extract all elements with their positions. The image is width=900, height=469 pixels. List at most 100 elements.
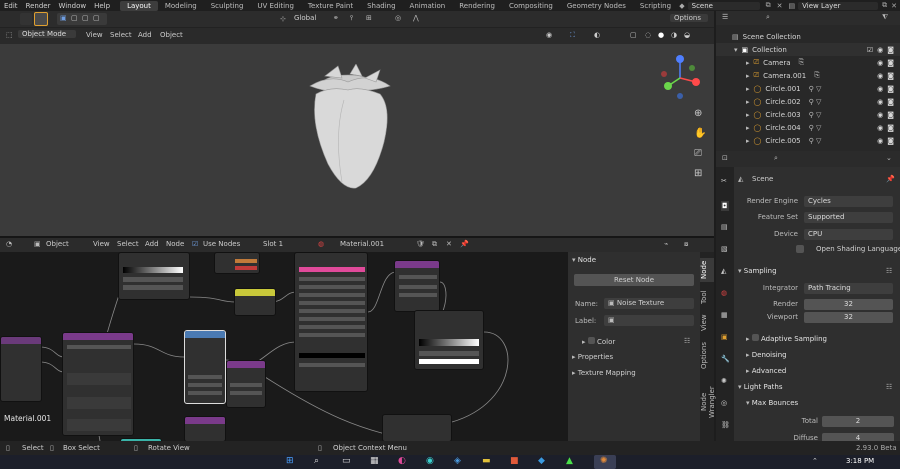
adaptive-sampling-section[interactable]: ▸ Adaptive Sampling [746, 332, 900, 346]
expand-arrow-icon[interactable]: ▸ [746, 124, 750, 132]
outliner-item[interactable]: ▸ ◯ Circle.004 ⚲ ▽ ◉ ◙ [716, 121, 900, 134]
pan-hand-icon[interactable]: ✋ [694, 128, 706, 139]
eye-icon[interactable]: ◉ [877, 59, 883, 67]
outliner-scene-collection[interactable]: ▤ Scene Collection [716, 30, 900, 43]
slot-dropdown[interactable]: Slot 1 [263, 240, 283, 248]
checkbox-icon[interactable]: ☑ [867, 46, 873, 54]
viewport-menu-view[interactable]: View [86, 31, 103, 39]
zoom-icon[interactable]: ⊕ [694, 108, 702, 119]
viewport-menu-select[interactable]: Select [110, 31, 132, 39]
properties-section[interactable]: ▸ Properties [572, 353, 696, 365]
node-tab-node-wrangler[interactable]: Node Wrangler [700, 376, 716, 428]
light-paths-section[interactable]: ▾ Light Paths ☷ [736, 380, 898, 394]
camera-render-icon[interactable]: ◙ [887, 124, 894, 132]
node-name-field[interactable]: ▣ Noise Texture [604, 298, 694, 309]
modifier-icon[interactable]: ⚲ ▽ [809, 98, 822, 106]
copy-icon-2[interactable]: ⧉ [882, 1, 887, 10]
advanced-section[interactable]: ▸ Advanced [746, 364, 900, 378]
wireframe-shading-icon[interactable]: ◌ [645, 31, 651, 39]
menu-window[interactable]: Window [54, 2, 90, 10]
color-checkbox[interactable] [587, 337, 595, 344]
tool-tab-icon[interactable]: ✂ [721, 177, 727, 185]
taskbar-search-icon[interactable]: ⌕ [314, 456, 319, 466]
node-invert[interactable] [234, 288, 276, 316]
camera-render-icon[interactable]: ◙ [887, 85, 894, 93]
node-menu-add[interactable]: Add [145, 240, 159, 248]
sampling-section[interactable]: ▾ Sampling ☷ [736, 264, 898, 278]
blender-taskbar-icon[interactable]: ✺ [594, 455, 616, 469]
node-color-ramp-3[interactable] [382, 414, 452, 441]
file-explorer-icon[interactable]: ▬ [482, 456, 491, 466]
unlink-icon[interactable]: ✕ [446, 240, 452, 248]
object-mode-dropdown[interactable]: Object Mode [18, 30, 76, 38]
eye-icon[interactable]: ◉ [877, 124, 883, 132]
camera-render-icon[interactable]: ◙ [887, 59, 894, 67]
outliner-item[interactable]: ▸ ⎚ Camera ⎘ ◉ ◙ [716, 56, 900, 69]
camera-view-icon[interactable]: ⎚ [694, 148, 702, 159]
editor-type-icon[interactable]: ⬚ [6, 31, 13, 39]
node-panel-title[interactable]: ▾ Node [572, 256, 696, 268]
material-name-field[interactable]: Material.001 [340, 240, 384, 248]
node-tab-tool[interactable]: Tool [700, 288, 714, 306]
node-menu-select[interactable]: Select [117, 240, 139, 248]
tab-compositing[interactable]: Compositing [502, 1, 560, 11]
expand-arrow-icon[interactable]: ▾ [734, 46, 738, 54]
view-layer-field[interactable]: View Layer [798, 1, 879, 10]
xray-icon[interactable]: ▢ [630, 31, 637, 39]
camera-render-icon[interactable]: ◙ [887, 137, 894, 145]
backdrop-icon[interactable]: ⧇ [684, 240, 688, 249]
feature-set-dropdown[interactable]: Supported [804, 212, 893, 223]
shader-type-dropdown[interactable]: Object [46, 240, 69, 248]
rendered-shading-icon[interactable]: ◒ [684, 31, 690, 39]
collection-tab-icon[interactable]: ▦ [721, 311, 728, 319]
physics-tab-icon[interactable]: ◎ [721, 399, 727, 407]
modifier-icon[interactable]: ⚲ ▽ [809, 124, 822, 132]
overlay-icon[interactable]: ◐ [594, 31, 600, 39]
eye-icon[interactable]: ◉ [877, 85, 883, 93]
tab-modeling[interactable]: Modeling [158, 1, 204, 11]
denoising-section[interactable]: ▸ Denoising [746, 348, 900, 362]
use-nodes-checkbox[interactable]: ☑ [192, 240, 198, 248]
camera-render-icon[interactable]: ◙ [887, 98, 894, 106]
transform-orientation-field[interactable]: Global [290, 14, 330, 22]
node-tab-options[interactable]: Options [700, 340, 714, 370]
camera-render-icon[interactable]: ◙ [887, 46, 894, 54]
search-icon[interactable]: ⌕ [766, 13, 770, 22]
camera-render-icon[interactable]: ◙ [887, 111, 894, 119]
select-mode-buttons[interactable]: ▣ ▢ ▢ ▢ [57, 13, 107, 25]
expand-arrow-icon[interactable]: ▸ [746, 85, 750, 93]
expand-arrow-icon[interactable]: ▸ [746, 111, 750, 119]
eye-icon[interactable]: ◉ [877, 111, 883, 119]
fake-user-icon[interactable]: 🛡 [416, 240, 425, 248]
snap-node-icon[interactable]: ⌁ [664, 240, 668, 248]
tab-uv-editing[interactable]: UV Editing [250, 1, 301, 11]
modifier-icon[interactable]: ⎘ [799, 58, 805, 67]
node-menu-node[interactable]: Node [166, 240, 184, 248]
expand-arrow-icon[interactable]: ▸ [746, 98, 750, 106]
mode-subtract-icon[interactable]: ▢ [82, 14, 89, 22]
tab-shading[interactable]: Shading [360, 1, 402, 11]
node-editor-canvas[interactable]: Material.001 [0, 252, 568, 441]
mode-extend-icon[interactable]: ▢ [71, 14, 78, 22]
tab-scripting[interactable]: Scripting [633, 1, 678, 11]
navigation-gizmo[interactable] [656, 54, 700, 104]
integrator-dropdown[interactable]: Path Tracing [804, 283, 893, 294]
node-tab-node[interactable]: Node [700, 258, 714, 282]
copy-icon[interactable]: ⧉ [766, 1, 771, 10]
constraints-tab-icon[interactable]: ⛓ [721, 421, 730, 429]
osl-checkbox[interactable] [796, 245, 804, 253]
visibility-icon[interactable]: ◉ [546, 31, 552, 39]
modifier-icon[interactable]: ⚲ ▽ [809, 85, 822, 93]
tab-animation[interactable]: Animation [403, 1, 453, 11]
pin-node-icon[interactable]: 📌 [460, 240, 469, 248]
ortho-grid-icon[interactable]: ⊞ [694, 168, 702, 179]
outliner-item[interactable]: ▸ ◯ Circle.001 ⚲ ▽ ◉ ◙ [716, 82, 900, 95]
mode-invert-icon[interactable]: ▢ [93, 14, 100, 22]
camera-render-icon[interactable]: ◙ [887, 72, 894, 80]
node-color-ramp[interactable] [118, 252, 190, 300]
app-icon-1[interactable]: ◐ [398, 456, 406, 466]
color-presets-icon[interactable]: ☷ [684, 337, 690, 345]
menu-help[interactable]: Help [90, 2, 114, 10]
app-icon-5[interactable]: ▲ [566, 456, 573, 466]
scene-tab-icon[interactable]: ◭ [721, 267, 726, 275]
